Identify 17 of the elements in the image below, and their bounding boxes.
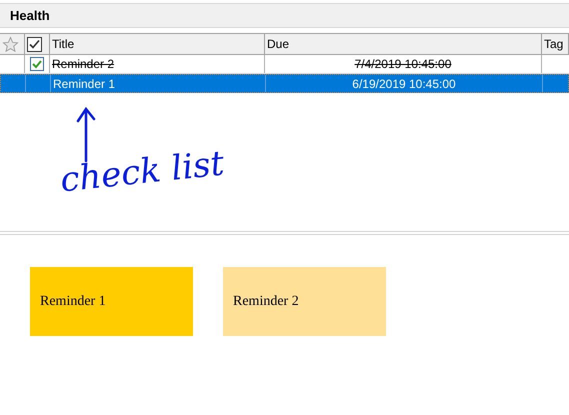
table-cell-text: Reminder 2	[52, 56, 114, 73]
table-cell-text: 7/4/2019 10:45:00	[354, 56, 452, 73]
column-header[interactable]: Tag	[542, 34, 569, 54]
reminder-card[interactable]: Reminder 2	[223, 267, 386, 336]
check-column-header[interactable]	[25, 34, 50, 54]
table-cell-text: Reminder 1	[53, 76, 116, 92]
checkbox[interactable]	[30, 57, 44, 71]
table-row[interactable]: Reminder 2 7/4/2019 10:45:00	[0, 55, 569, 74]
table-row[interactable]: Reminder 1 6/19/2019 10:45:00	[0, 74, 569, 93]
handwritten-note: check list	[58, 146, 226, 198]
section-title: Health	[10, 6, 50, 25]
column-header[interactable]: Due	[265, 34, 542, 54]
table-cell-text: 6/19/2019 10:45:00	[352, 76, 456, 92]
checkbox-icon	[27, 36, 42, 52]
star-column-header[interactable]	[0, 34, 25, 54]
reminder-card[interactable]: Reminder 1	[30, 267, 193, 336]
column-header[interactable]: Title	[50, 34, 265, 54]
